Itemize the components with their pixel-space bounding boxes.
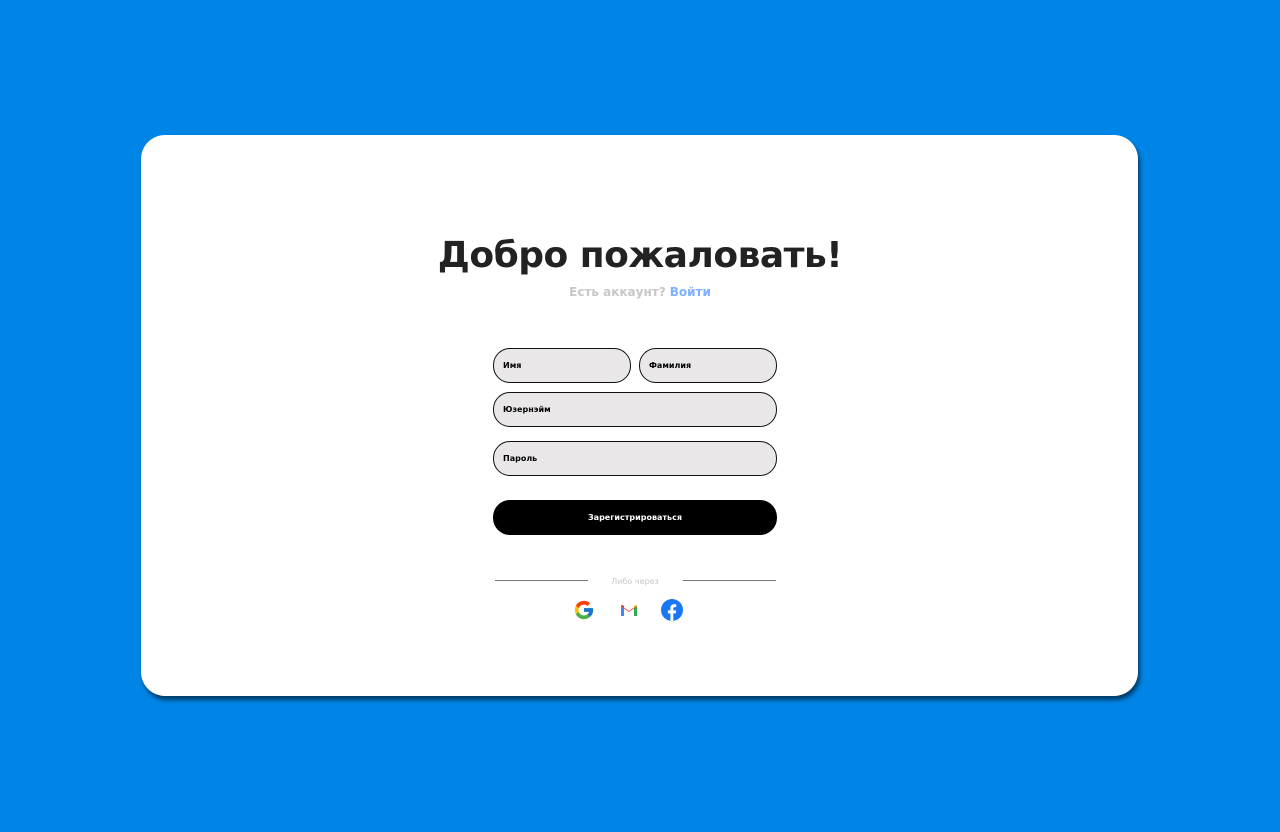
google-login-button[interactable] [573,599,595,621]
login-prompt: Есть аккаунт? Войти [0,284,1280,300]
divider-line-right [683,580,776,581]
google-icon [574,600,594,620]
register-button[interactable]: Зарегистрироваться [493,500,777,535]
first-name-input[interactable] [493,348,631,383]
password-input[interactable] [493,441,777,476]
facebook-login-button[interactable] [661,599,683,621]
gmail-login-button[interactable] [618,599,640,621]
page-title: Добро пожаловать! [437,235,843,276]
login-question: Есть аккаунт? [569,285,666,299]
divider-text: Либо через [611,577,659,586]
login-link[interactable]: Войти [670,285,711,299]
facebook-icon [661,599,683,621]
username-input[interactable] [493,392,777,427]
divider-line-left [495,580,588,581]
last-name-input[interactable] [639,348,777,383]
gmail-icon [621,605,637,616]
